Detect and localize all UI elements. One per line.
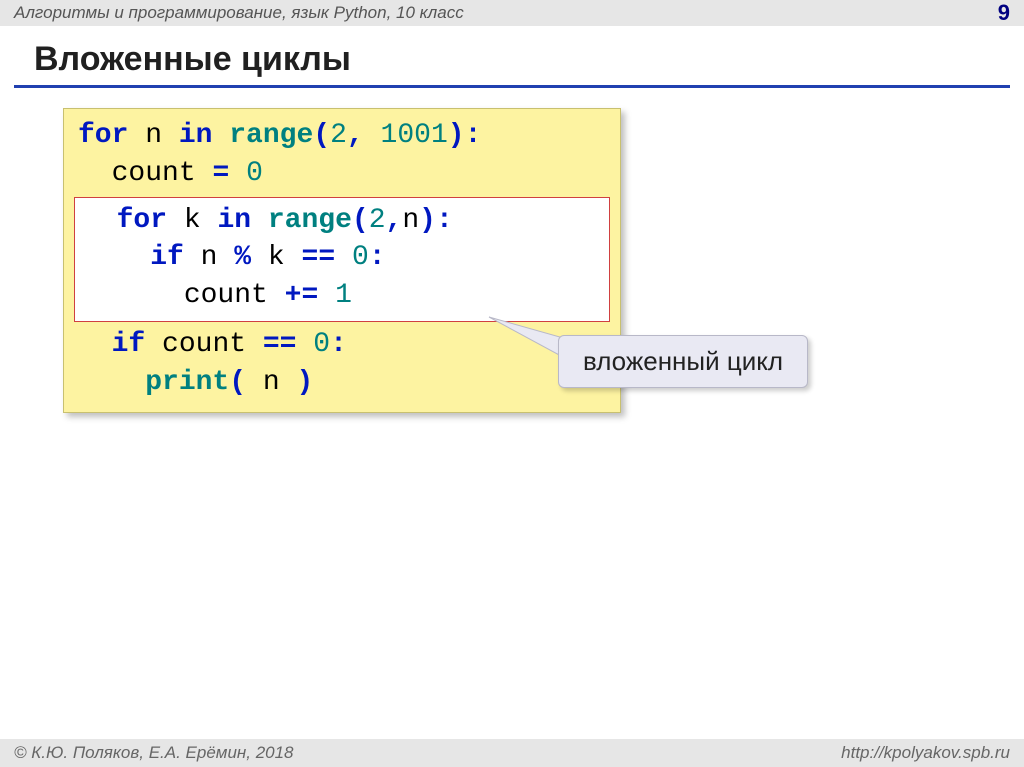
code-line-1: for n in range(2, 1001):: [78, 117, 606, 155]
code-block: for n in range(2, 1001): count = 0 for k…: [63, 108, 621, 413]
course-name: Алгоритмы и программирование, язык Pytho…: [14, 0, 464, 26]
inner-loop-box: for k in range(2,n): if n % k == 0: coun…: [74, 197, 610, 322]
title-underline: [14, 85, 1010, 88]
code-line-5: count += 1: [83, 277, 601, 315]
code-line-3: for k in range(2,n):: [83, 202, 601, 240]
callout-text: вложенный цикл: [583, 346, 783, 376]
code-line-6: if count == 0:: [78, 326, 606, 364]
slide-header: Алгоритмы и программирование, язык Pytho…: [0, 0, 1024, 26]
code-line-7: print( n ): [78, 364, 606, 402]
footer-url: http://kpolyakov.spb.ru: [841, 739, 1010, 767]
page-number: 9: [998, 0, 1010, 26]
slide-title: Вложенные циклы: [34, 40, 1024, 79]
code-line-4: if n % k == 0:: [83, 239, 601, 277]
callout-box: вложенный цикл: [558, 335, 808, 388]
footer-copyright: © К.Ю. Поляков, Е.А. Ерёмин, 2018: [14, 739, 294, 767]
slide-footer: © К.Ю. Поляков, Е.А. Ерёмин, 2018 http:/…: [0, 739, 1024, 767]
code-line-2: count = 0: [78, 155, 606, 193]
